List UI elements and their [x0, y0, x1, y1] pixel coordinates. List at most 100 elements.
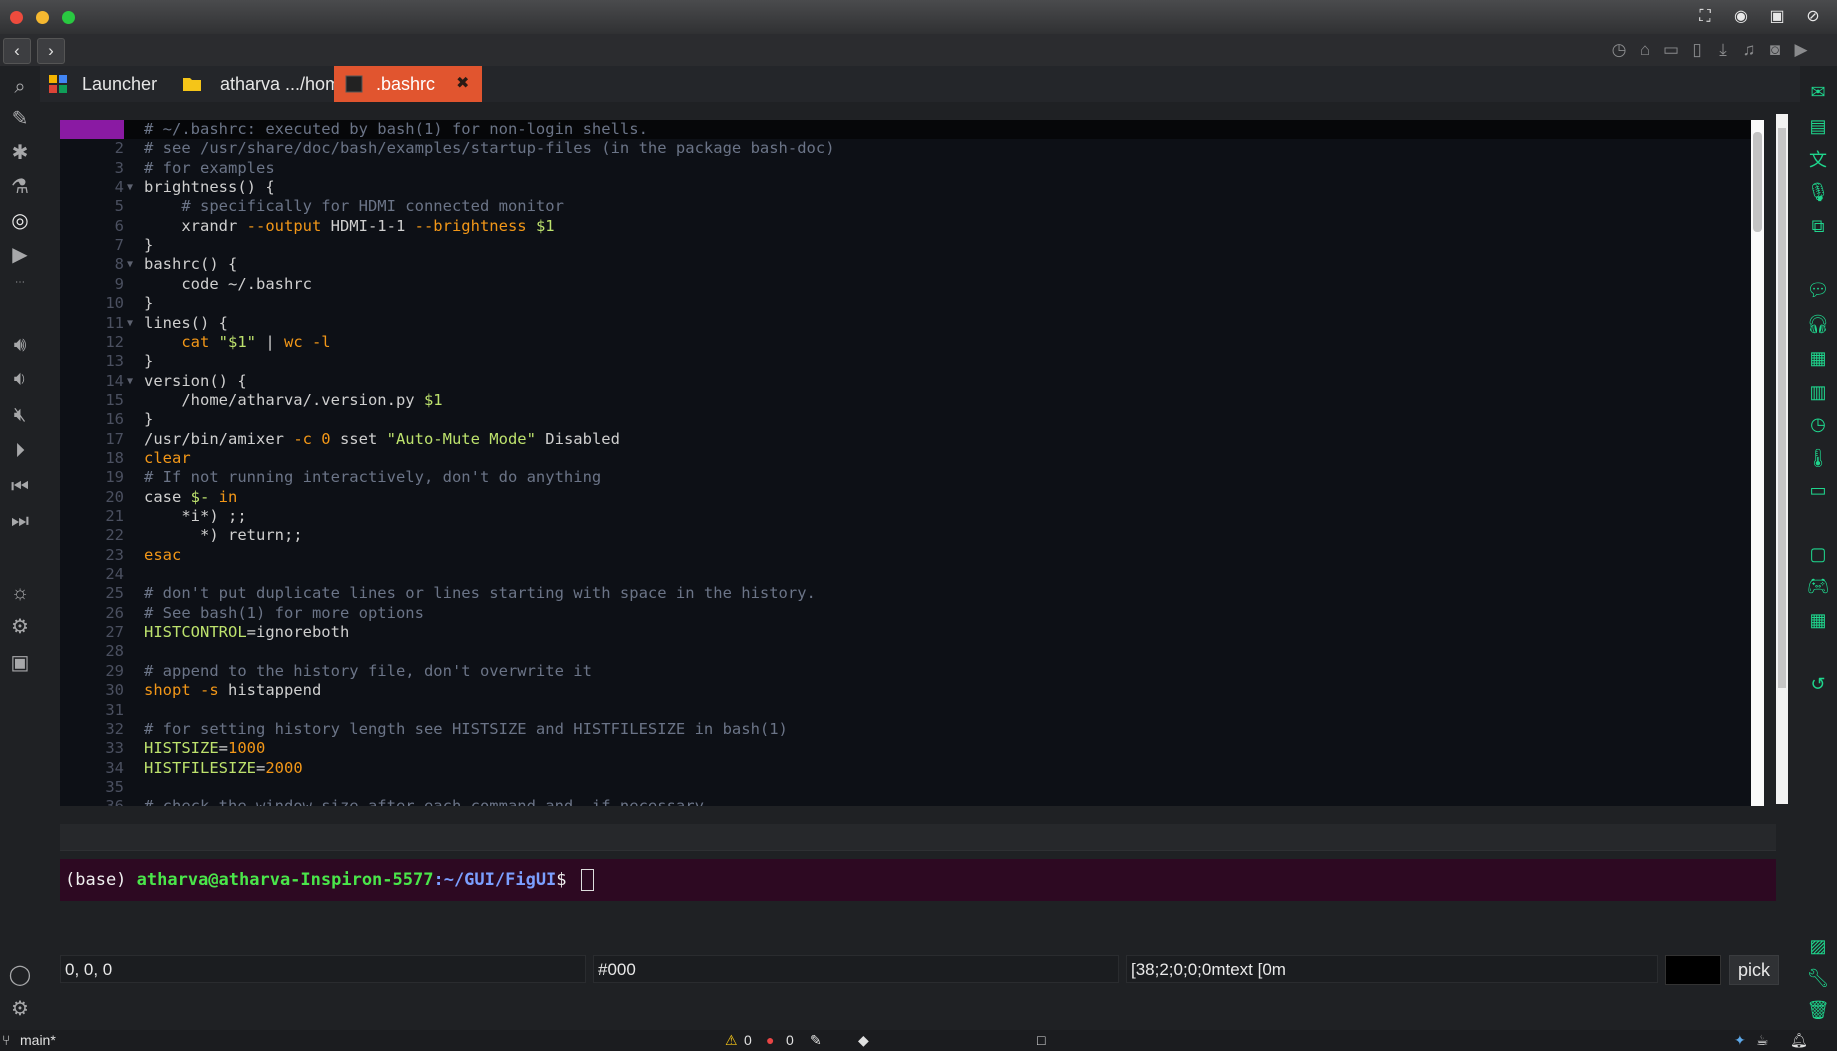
panel-scroll-thumb[interactable] [1778, 128, 1786, 688]
code-line[interactable]: 36 # check the window size after each com… [60, 797, 1760, 806]
close-window-button[interactable] [10, 11, 23, 24]
settings-cog-icon[interactable]: ⚙ [7, 614, 33, 640]
fold-toggle-icon[interactable]: ▼ [127, 372, 133, 391]
calculator-icon[interactable]: ▦ [1806, 346, 1830, 370]
microphone-icon[interactable]: 🎙︎ [1806, 180, 1830, 204]
editor-scrollbar[interactable] [1751, 120, 1764, 806]
ansi-field[interactable]: [38;2;0;0;0mtext [0m [1126, 955, 1658, 983]
translate-icon[interactable]: 文 [1806, 148, 1830, 172]
notes-icon[interactable]: ▨ [1806, 934, 1830, 958]
fold-toggle-icon[interactable]: ▼ [127, 255, 133, 274]
search-files-icon[interactable]: ⌕ [7, 74, 33, 100]
id-card-icon[interactable]: ▭ [1806, 478, 1830, 502]
code-line[interactable]: 4 ▼ brightness() { [60, 178, 1760, 197]
code-line[interactable]: 18 clear [60, 449, 1760, 468]
coffee-icon[interactable]: ☕︎ [1756, 1030, 1769, 1051]
twitter-icon[interactable]: ✦ [1734, 1030, 1746, 1051]
pen-icon[interactable]: ✎ [810, 1030, 822, 1051]
github-icon[interactable]: ◎ [7, 208, 33, 234]
code-line[interactable]: 7} [60, 236, 1760, 255]
wrench-icon[interactable]: 🔧︎ [1806, 966, 1830, 990]
code-line[interactable]: 16} [60, 410, 1760, 429]
code-line[interactable]: 25 # don't put duplicate lines or lines s… [60, 584, 1760, 603]
chip-icon[interactable]: ▣ [7, 650, 33, 676]
code-line[interactable]: 13} [60, 352, 1760, 371]
code-line[interactable]: 2 # see /usr/share/doc/bash/examples/star… [60, 139, 1760, 158]
code-line[interactable]: 21 *i*) ;; [60, 507, 1760, 526]
more-dots-icon[interactable]: ⋯ [7, 270, 33, 296]
clock-icon[interactable]: ◷ [1806, 412, 1830, 436]
code-line[interactable]: 30 shopt -s histappend [60, 681, 1760, 700]
fold-toggle-icon[interactable]: ▼ [127, 314, 133, 333]
pick-button[interactable]: pick [1729, 955, 1779, 985]
window-icon[interactable]: ▣ [1767, 8, 1787, 26]
monitor-icon[interactable]: ▢ [1806, 542, 1830, 566]
account-icon[interactable]: ◯ [7, 962, 33, 988]
code-line[interactable]: 12 cat "$1" | wc -l [60, 333, 1760, 352]
code-line[interactable]: 19 # If not running interactively, don't … [60, 468, 1760, 487]
eye-off-icon[interactable]: ⊘ [1803, 8, 1823, 26]
hex-field[interactable]: #000 [593, 955, 1119, 983]
gamepad-icon[interactable]: 🎮︎ [1806, 574, 1830, 598]
volume-down-icon[interactable]: 🔉︎ [7, 366, 33, 392]
video-icon[interactable]: ▶ [1790, 40, 1812, 60]
code-line[interactable]: 32 # for setting history length see HISTS… [60, 720, 1760, 739]
chat-icon[interactable]: 💬︎ [1806, 278, 1830, 302]
code-line[interactable]: 28 [60, 642, 1760, 661]
next-track-icon[interactable]: ⏭ [7, 508, 33, 534]
clock-icon[interactable]: ◷ [1608, 40, 1630, 60]
code-line[interactable]: 6 xrandr --output HDMI-1-1 --brightness … [60, 217, 1760, 236]
headset-icon[interactable]: 🎧︎ [1806, 312, 1830, 336]
brightness-icon[interactable]: ☼ [7, 580, 33, 606]
previous-track-icon[interactable]: ⏮ [7, 474, 33, 500]
camera-icon[interactable]: ◙ [1764, 40, 1786, 60]
code-line[interactable]: 3 # for examples [60, 159, 1760, 178]
trash-icon[interactable]: 🗑︎ [1806, 998, 1830, 1022]
folder-icon[interactable]: ▭ [1660, 40, 1682, 60]
code-line[interactable]: 29 # append to the history file, don't ov… [60, 662, 1760, 681]
git-branch[interactable]: main* [20, 1030, 56, 1051]
bug-icon[interactable]: ✱ [7, 140, 33, 166]
code-line[interactable]: 1 # ~/.bashrc: executed by bash(1) for no… [60, 120, 1760, 139]
thermometer-icon[interactable]: 🌡︎ [1806, 446, 1830, 470]
code-line[interactable]: 5 # specifically for HDMI connected moni… [60, 197, 1760, 216]
code-line[interactable]: 31 [60, 701, 1760, 720]
code-line[interactable]: 22 *) return;; [60, 526, 1760, 545]
code-line[interactable]: 8 ▼ bashrc() { [60, 255, 1760, 274]
screen-share-icon[interactable]: ⧉ [1806, 214, 1830, 238]
code-editor[interactable]: 1 # ~/.bashrc: executed by bash(1) for no… [60, 120, 1764, 806]
code-line[interactable]: 33 HISTSIZE=1000 [60, 739, 1760, 758]
warning-count[interactable]: 0 [744, 1030, 752, 1051]
code-line[interactable]: 11 ▼ lines() { [60, 314, 1760, 333]
home-icon[interactable]: ⌂ [1634, 40, 1656, 60]
fullscreen-icon[interactable]: ⛶ [1695, 8, 1715, 26]
rgb-field[interactable]: 0, 0, 0 [60, 955, 586, 983]
download-icon[interactable]: ⤓ [1712, 40, 1734, 60]
volume-up-icon[interactable]: 🔊︎ [7, 332, 33, 358]
mail-icon[interactable]: ✉ [1806, 80, 1830, 104]
minimize-window-button[interactable] [36, 11, 49, 24]
history-icon[interactable]: ↺ [1806, 672, 1830, 696]
bell-icon[interactable]: 🔔︎ [1790, 1030, 1808, 1051]
fold-toggle-icon[interactable]: ▼ [127, 178, 133, 197]
code-line[interactable]: 26 # See bash(1) for more options [60, 604, 1760, 623]
tools-icon[interactable]: ✎ [7, 106, 33, 132]
terminal[interactable]: (base) atharva@atharva-Inspiron-5577:~/G… [60, 859, 1776, 901]
tab-bashrc[interactable]: .bashrc ✖ [334, 66, 482, 102]
contacts-icon[interactable]: ▤ [1806, 114, 1830, 138]
square-icon[interactable]: □ [1037, 1030, 1045, 1051]
apps-grid-icon[interactable]: ▦ [1806, 608, 1830, 632]
play-icon[interactable]: ⏵ [7, 438, 33, 464]
code-line[interactable]: 24 [60, 565, 1760, 584]
code-line[interactable]: 14 ▼ version() { [60, 372, 1760, 391]
music-icon[interactable]: ♫ [1738, 40, 1760, 60]
code-line[interactable]: 34 HISTFILESIZE=2000 [60, 759, 1760, 778]
code-line[interactable]: 23 esac [60, 546, 1760, 565]
code-line[interactable]: 20 case $- in [60, 488, 1760, 507]
settings-icon[interactable]: ⚙ [7, 996, 33, 1022]
eye-icon[interactable]: ◉ [1731, 8, 1751, 26]
code-line[interactable]: 17/usr/bin/amixer -c 0 sset "Auto-Mute M… [60, 430, 1760, 449]
editor-scroll-thumb[interactable] [1753, 132, 1762, 232]
code-line[interactable]: 9 code ~/.bashrc [60, 275, 1760, 294]
maximize-window-button[interactable] [62, 11, 75, 24]
